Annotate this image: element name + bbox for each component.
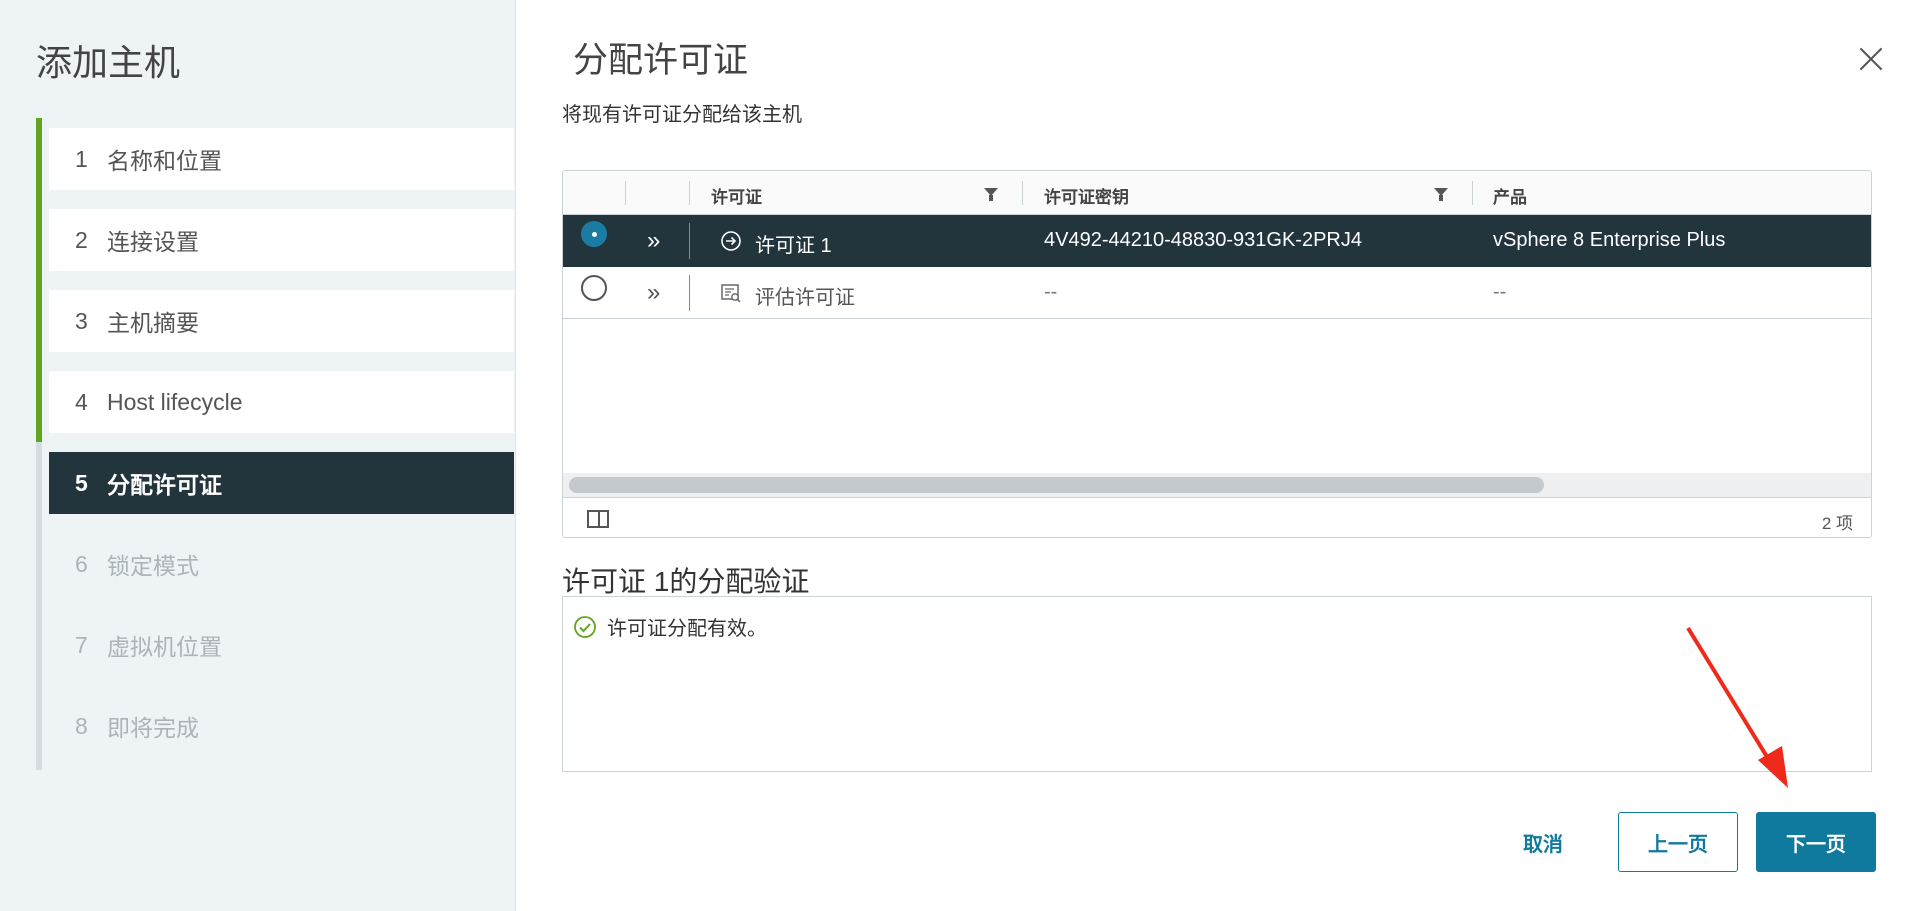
grid-header: 许可证 许可证密钥 产品 (563, 171, 1871, 215)
row-radio-selected[interactable] (581, 221, 607, 247)
step-number: 1 (75, 145, 88, 172)
step-label: 虚拟机位置 (107, 634, 222, 660)
step-label: 即将完成 (107, 715, 199, 741)
horizontal-scrollbar[interactable] (563, 473, 1871, 497)
main-panel: 分配许可证 将现有许可证分配给该主机 许可证 许可证密钥 产品 » 许可证 1 … (517, 0, 1909, 911)
step-label: 连接设置 (107, 229, 199, 255)
step-label: Host lifecycle (107, 388, 243, 415)
step-number: 6 (75, 550, 88, 577)
grid-footer: 2 项 (563, 497, 1871, 537)
column-header-license[interactable]: 许可证 (711, 183, 762, 208)
table-row-license-1[interactable]: » 许可证 1 4V492-44210-48830-931GK-2PRJ4 vS… (563, 215, 1871, 267)
column-separator (625, 181, 626, 205)
wizard-title: 添加主机 (36, 42, 181, 83)
step-number: 8 (75, 712, 88, 739)
column-toggle-icon[interactable] (587, 510, 609, 528)
license-product: -- (1493, 281, 1507, 303)
row-separator (689, 223, 690, 259)
next-button[interactable]: 下一页 (1756, 812, 1876, 872)
step-name-location[interactable]: 1 名称和位置 (49, 128, 514, 190)
row-separator (689, 275, 690, 311)
license-name: 许可证 1 (755, 235, 832, 257)
row-radio[interactable] (581, 275, 607, 301)
step-number: 2 (75, 226, 88, 253)
wizard-sidebar: 添加主机 1 名称和位置 2 连接设置 3 主机摘要 4 Host lifecy… (0, 0, 516, 911)
page-subtitle: 将现有许可证分配给该主机 (562, 104, 802, 126)
step-label: 名称和位置 (107, 148, 222, 174)
previous-button[interactable]: 上一页 (1618, 812, 1738, 872)
item-count: 2 项 (1821, 514, 1853, 533)
step-track-completed (36, 118, 42, 442)
expand-row-icon[interactable]: » (647, 279, 660, 307)
license-product: vSphere 8 Enterprise Plus (1493, 229, 1726, 251)
validation-box: 许可证分配有效。 (562, 596, 1872, 772)
step-host-summary[interactable]: 3 主机摘要 (49, 290, 514, 352)
filter-icon[interactable] (984, 188, 998, 202)
evaluation-license-icon (721, 284, 741, 303)
validation-title: 许可证 1的分配验证 (562, 566, 810, 597)
filter-icon[interactable] (1434, 188, 1448, 202)
license-key: 4V492-44210-48830-931GK-2PRJ4 (1044, 229, 1362, 251)
license-arrow-icon (721, 231, 741, 251)
cancel-button[interactable]: 取消 (1488, 812, 1598, 872)
step-host-lifecycle[interactable]: 4 Host lifecycle (49, 371, 514, 433)
step-number: 7 (75, 631, 88, 658)
step-lockdown-mode: 6 锁定模式 (49, 533, 514, 595)
scrollbar-thumb[interactable] (569, 477, 1544, 493)
validation-message: 许可证分配有效。 (607, 618, 767, 640)
page-title: 分配许可证 (573, 41, 749, 80)
step-ready-to-complete: 8 即将完成 (49, 695, 514, 757)
step-label: 分配许可证 (107, 472, 222, 498)
license-name: 评估许可证 (755, 287, 855, 309)
expand-row-icon[interactable]: » (647, 227, 660, 255)
step-label: 锁定模式 (107, 553, 199, 579)
close-icon[interactable] (1856, 44, 1886, 74)
column-header-product[interactable]: 产品 (1493, 183, 1527, 208)
step-assign-license[interactable]: 5 分配许可证 (49, 452, 514, 514)
step-vm-location: 7 虚拟机位置 (49, 614, 514, 676)
column-separator (1022, 181, 1023, 205)
column-separator (689, 181, 690, 205)
check-circle-icon (574, 616, 596, 638)
step-number: 5 (75, 469, 88, 496)
license-key: -- (1044, 281, 1058, 303)
step-connection-settings[interactable]: 2 连接设置 (49, 209, 514, 271)
column-separator (1472, 181, 1473, 205)
step-number: 4 (75, 388, 88, 415)
step-number: 3 (75, 307, 88, 334)
table-row-evaluation-license[interactable]: » 评估许可证 -- -- (563, 267, 1871, 319)
step-label: 主机摘要 (107, 310, 199, 336)
column-header-license-key[interactable]: 许可证密钥 (1044, 183, 1129, 208)
license-grid: 许可证 许可证密钥 产品 » 许可证 1 4V492-44210-48830-9… (562, 170, 1872, 538)
